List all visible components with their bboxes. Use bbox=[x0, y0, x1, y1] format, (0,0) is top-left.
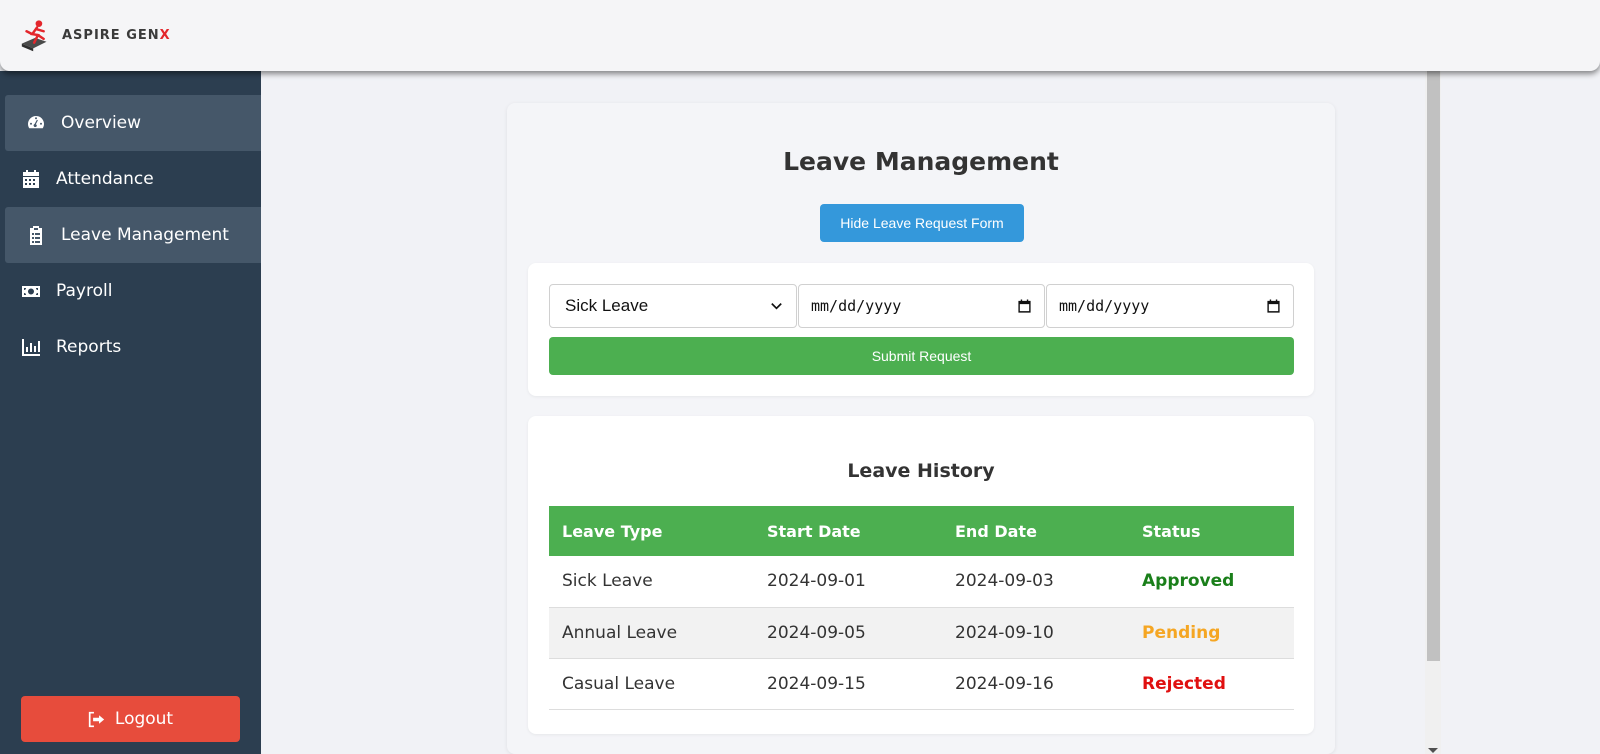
sidebar-item-leave-management[interactable]: Leave Management bbox=[5, 207, 261, 263]
leave-history-panel: Leave History Leave Type Start Date End … bbox=[528, 416, 1314, 734]
page-title: Leave Management bbox=[783, 147, 1059, 176]
runner-logo-icon bbox=[21, 19, 47, 51]
end-date-cell: 2024-09-03 bbox=[942, 556, 1129, 608]
end-date-cell: 2024-09-10 bbox=[942, 607, 1129, 659]
start-date-cell: 2024-09-01 bbox=[754, 556, 942, 608]
brand-logo[interactable]: ASPIRE GENX bbox=[18, 17, 171, 55]
sidebar-item-reports[interactable]: Reports bbox=[5, 319, 261, 375]
calendar-icon bbox=[21, 169, 41, 189]
status-badge: Rejected bbox=[1129, 658, 1294, 710]
sidebar-item-label: Reports bbox=[56, 337, 122, 357]
start-date-cell: 2024-09-15 bbox=[754, 658, 942, 710]
clipboard-icon bbox=[26, 225, 46, 245]
status-badge: Approved bbox=[1129, 556, 1294, 608]
start-date-cell: 2024-09-05 bbox=[754, 607, 942, 659]
leave-history-table: Leave Type Start Date End Date Status Si… bbox=[549, 506, 1294, 710]
leave-management-card: Leave Management Hide Leave Request Form… bbox=[507, 103, 1335, 754]
logout-icon bbox=[88, 711, 105, 727]
table-row: Sick Leave 2024-09-01 2024-09-03 Approve… bbox=[549, 556, 1294, 608]
top-header: ASPIRE GENX bbox=[0, 0, 1600, 71]
sidebar-item-overview[interactable]: Overview bbox=[5, 95, 261, 151]
leave-type-select[interactable]: Sick Leave bbox=[549, 284, 797, 328]
sidebar-item-label: Leave Management bbox=[61, 225, 229, 245]
end-date-field[interactable]: mm/dd/yyyy bbox=[1046, 284, 1294, 328]
sidebar-item-label: Overview bbox=[61, 113, 142, 133]
column-header-end-date: End Date bbox=[942, 506, 1129, 556]
sidebar-item-payroll[interactable]: Payroll bbox=[5, 263, 261, 319]
status-badge: Pending bbox=[1129, 607, 1294, 659]
column-header-start-date: Start Date bbox=[754, 506, 942, 556]
scroll-down-arrow-icon[interactable] bbox=[1428, 748, 1438, 753]
sidebar-nav: Overview Attendance Leave Management Pay… bbox=[5, 95, 261, 375]
start-date-field[interactable]: mm/dd/yyyy bbox=[798, 284, 1045, 328]
table-row: Annual Leave 2024-09-05 2024-09-10 Pendi… bbox=[549, 607, 1294, 659]
table-row: Casual Leave 2024-09-15 2024-09-16 Rejec… bbox=[549, 658, 1294, 710]
sidebar-item-attendance[interactable]: Attendance bbox=[5, 151, 261, 207]
sidebar-item-label: Attendance bbox=[56, 169, 154, 189]
gauge-icon bbox=[26, 113, 46, 133]
calendar-picker-icon[interactable] bbox=[1017, 299, 1032, 314]
leave-request-form: Sick Leave mm/dd/yyyy mm/dd/yyyy Submit … bbox=[528, 263, 1314, 396]
logout-button[interactable]: Logout bbox=[21, 696, 240, 742]
brand-name: ASPIRE GENX bbox=[62, 28, 171, 43]
table-header-row: Leave Type Start Date End Date Status bbox=[549, 506, 1294, 556]
hide-leave-form-button[interactable]: Hide Leave Request Form bbox=[820, 204, 1024, 242]
leave-type-cell: Sick Leave bbox=[549, 556, 754, 608]
end-date-placeholder: mm/dd/yyyy bbox=[1059, 297, 1150, 315]
column-header-status: Status bbox=[1129, 506, 1294, 556]
calendar-picker-icon[interactable] bbox=[1266, 299, 1281, 314]
end-date-cell: 2024-09-16 bbox=[942, 658, 1129, 710]
logout-label: Logout bbox=[114, 709, 174, 729]
start-date-placeholder: mm/dd/yyyy bbox=[811, 297, 902, 315]
leave-type-cell: Casual Leave bbox=[549, 658, 754, 710]
money-icon bbox=[21, 281, 41, 301]
sidebar-item-label: Payroll bbox=[56, 281, 113, 301]
bar-chart-icon bbox=[21, 337, 41, 357]
sidebar: Overview Attendance Leave Management Pay… bbox=[0, 71, 261, 754]
scrollbar-thumb[interactable] bbox=[1427, 71, 1440, 661]
leave-type-value: Sick Leave bbox=[565, 296, 649, 315]
leave-history-title: Leave History bbox=[847, 460, 995, 482]
chevron-down-icon bbox=[769, 299, 784, 314]
submit-request-button[interactable]: Submit Request bbox=[549, 337, 1294, 375]
leave-type-cell: Annual Leave bbox=[549, 607, 754, 659]
column-header-leave-type: Leave Type bbox=[549, 506, 754, 556]
